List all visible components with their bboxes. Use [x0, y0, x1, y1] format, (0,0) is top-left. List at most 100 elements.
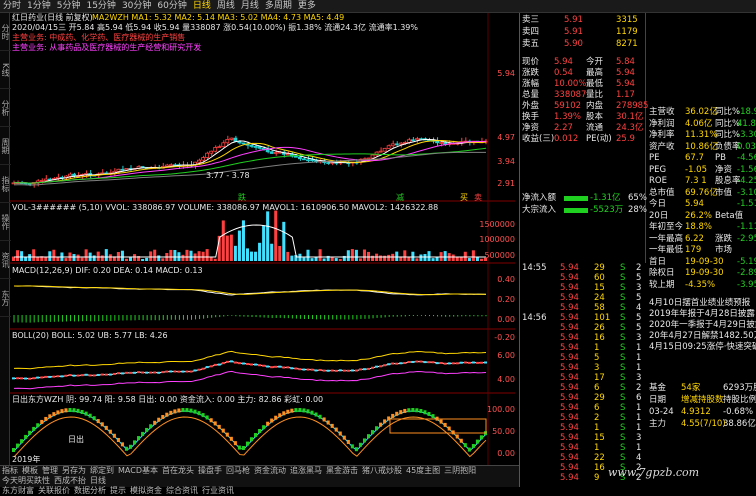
tick-time: 14:56	[522, 313, 547, 323]
fund-val: -1.56	[737, 164, 756, 175]
price-axis-label: 2.91	[497, 179, 515, 188]
wzh-block	[439, 419, 443, 424]
stat-val: 338087	[554, 90, 587, 100]
news-item[interactable]: 20年4月27日解禁1482.50万股	[649, 331, 756, 342]
candle-body	[414, 138, 419, 141]
period-tab[interactable]: 15分钟	[83, 0, 118, 12]
indicator-tab[interactable]: 管理	[40, 466, 60, 476]
boll-tick	[128, 371, 133, 374]
candle-body	[39, 180, 44, 182]
indicator-tab[interactable]: 今天明买跌性	[0, 476, 52, 486]
tick-list: 14:55 5.94 29 S 2 5.94 60 S 5 5.94 15 S 3 5.94 24 S 5 5.9…	[520, 263, 646, 487]
wzh-block	[229, 436, 233, 441]
volume-bar	[96, 251, 100, 261]
indicator-tab[interactable]: 黑金游击	[324, 466, 360, 476]
info-tab[interactable]: 提示	[108, 486, 128, 496]
news-item[interactable]: 2019年年报于4月28日披露	[649, 309, 755, 320]
period-tab[interactable]: 更多	[295, 0, 319, 12]
fund-key: PB	[715, 153, 726, 163]
wzh-block	[189, 408, 193, 413]
wzh-block	[318, 414, 322, 419]
info-tab[interactable]: 数据分析	[72, 486, 108, 496]
volume-bar	[153, 249, 157, 261]
period-tab[interactable]: 月线	[238, 0, 262, 12]
volume-bar	[124, 258, 128, 261]
news-item[interactable]: 2020年一季报于4月29日披露	[649, 320, 756, 331]
sunrise-mark: 日出	[68, 435, 84, 444]
wzh-block	[169, 410, 173, 415]
boll-tick	[100, 373, 104, 376]
period-tab[interactable]: 分时	[0, 0, 24, 12]
book-volume: 3315	[616, 15, 638, 25]
info-tab[interactable]: 东方财富	[0, 486, 36, 496]
info-tab[interactable]: 关联报价	[36, 486, 72, 496]
stat-key: 收益(三)	[522, 134, 555, 144]
flow-val: -5523万	[590, 205, 624, 215]
period-tab[interactable]: 日线	[190, 0, 214, 12]
volume-bar	[395, 251, 399, 261]
wzh-block	[362, 438, 366, 443]
volume-bar	[258, 242, 262, 261]
wzh-block	[298, 408, 302, 413]
period-tab[interactable]: 5分钟	[54, 0, 84, 12]
boll-tick	[112, 372, 116, 375]
indicator-tab[interactable]: 指标	[0, 466, 20, 476]
period-tab[interactable]: 多周期	[262, 0, 295, 12]
holding-val: 38.86亿	[723, 419, 756, 429]
boll-tick	[64, 374, 68, 377]
boll-tick	[44, 375, 48, 378]
boll-tick	[431, 361, 435, 364]
indicator-tab[interactable]: 另存为	[60, 466, 88, 476]
wzh-block	[116, 437, 120, 442]
book-price: 5.91	[564, 15, 583, 25]
price-axis-label: 5.94	[497, 69, 515, 78]
boll-tick	[201, 367, 205, 370]
indicator-tab[interactable]: 资金流动	[252, 466, 288, 476]
period-tab[interactable]: 30分钟	[119, 0, 154, 12]
boll-tick	[391, 362, 395, 365]
period-tab[interactable]: 60分钟	[154, 0, 189, 12]
indicator-tab[interactable]: 模板	[20, 466, 40, 476]
indicator-tab[interactable]: 45度主图	[404, 466, 442, 476]
indicator-tab[interactable]: 操盘手	[196, 466, 224, 476]
wzh-block	[52, 412, 56, 417]
fund-val: 41.85	[737, 118, 756, 129]
volume-bar	[431, 258, 435, 261]
indicator-tab[interactable]: 绑定到	[88, 466, 116, 476]
news-item[interactable]: 4月15日09:25涨停·快速突破	[649, 342, 756, 353]
volume-bar	[471, 250, 475, 261]
volume-bar	[245, 248, 249, 261]
indicator-tab[interactable]: 回马枪	[224, 466, 252, 476]
indicator-tab[interactable]: 追涨黑马	[288, 466, 324, 476]
fund-val: 10.86亿	[685, 141, 718, 152]
boll-tick	[471, 361, 475, 364]
wzh-block	[92, 416, 96, 421]
period-tab[interactable]: 1分钟	[24, 0, 54, 12]
info-tab[interactable]: 行业资讯	[200, 486, 236, 496]
boll-tick	[334, 369, 338, 372]
fund-val: -18.95	[737, 107, 756, 117]
holding-val: 持股比例	[723, 395, 756, 405]
indicator-tab[interactable]: 西成不抬	[52, 476, 88, 486]
kline-chart-area[interactable]: 红日药业(日线 前复权) MA2WZH MA1: 5.32 MA2: 5.14 …	[10, 13, 515, 465]
period-tab[interactable]: 周线	[214, 0, 238, 12]
indicator-tab[interactable]: 首在龙头	[160, 466, 196, 476]
info-tab[interactable]: 模拟资金	[128, 486, 164, 496]
indicator-tab[interactable]: MACD基本	[116, 466, 160, 476]
wzh-block	[467, 447, 471, 452]
fund-val: 18.8%	[685, 222, 713, 232]
stat-val: 5.94	[616, 79, 635, 89]
volume-bar	[423, 254, 427, 261]
stat-val: 25.9	[616, 134, 635, 144]
indicator-tab[interactable]: 日线	[88, 476, 108, 486]
news-item[interactable]: 4月10日摆首业绩业绩预报	[649, 298, 750, 309]
ma4-line	[13, 147, 487, 184]
boll-tick	[270, 366, 274, 369]
wzh-axis-label: 0.00	[497, 449, 515, 458]
wzh-block	[322, 417, 326, 422]
boll-tick	[415, 360, 419, 363]
info-tab[interactable]: 综合资讯	[164, 486, 200, 496]
volume-bar	[427, 251, 431, 261]
indicator-tab[interactable]: 三阴抱阳	[442, 466, 478, 476]
indicator-tab[interactable]: 猪八戒炒股	[360, 466, 404, 476]
